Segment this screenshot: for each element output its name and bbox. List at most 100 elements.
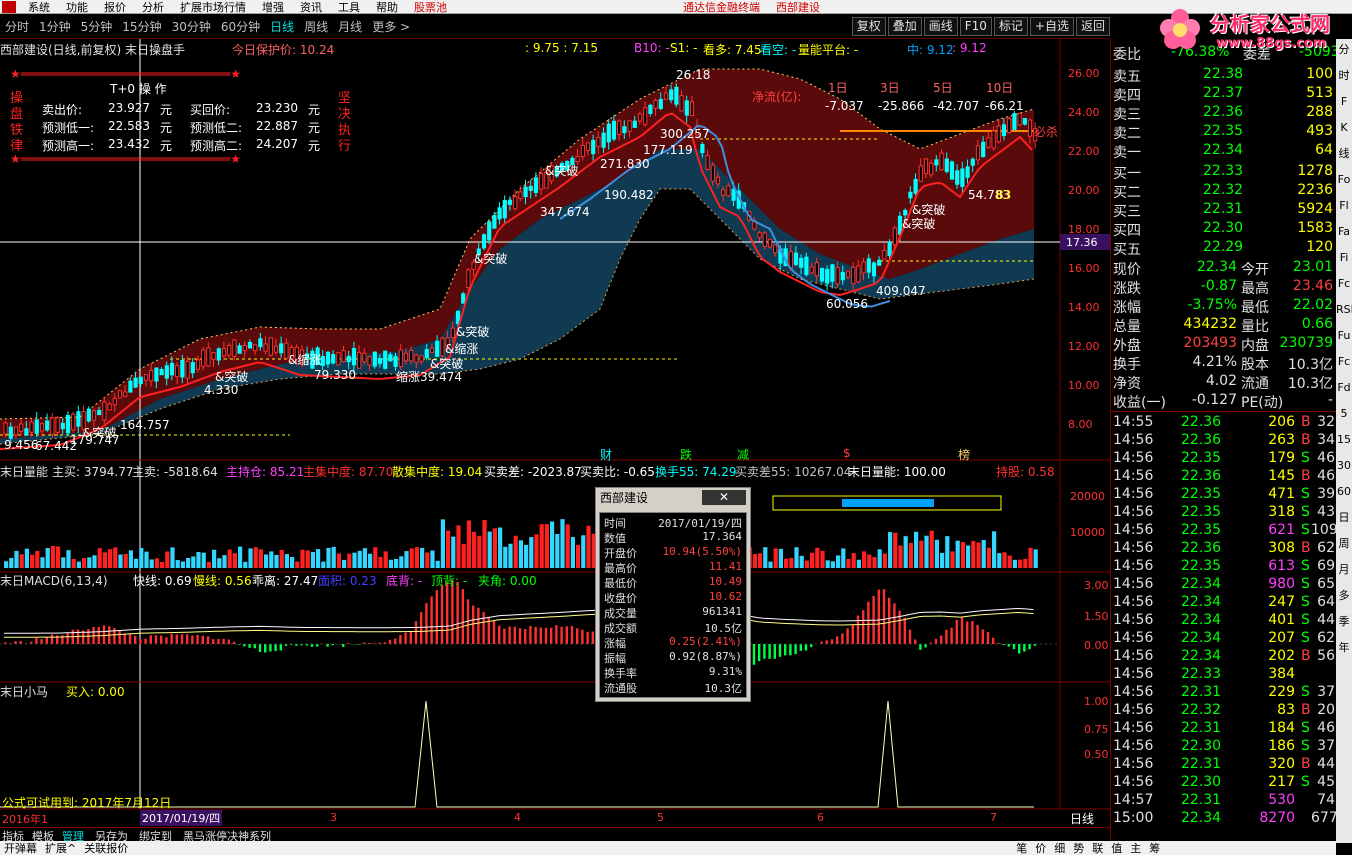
volume-bar	[581, 535, 586, 568]
side-tab[interactable]: Fu	[1336, 329, 1352, 342]
side-tab[interactable]: F	[1336, 95, 1352, 108]
side-tab[interactable]: 月	[1336, 563, 1352, 576]
tick-count: 46	[1317, 720, 1335, 736]
side-tab[interactable]: Fl	[1336, 199, 1352, 212]
volume-bar	[856, 559, 861, 568]
tick-price: 22.30	[1181, 774, 1222, 790]
volume-bar	[778, 548, 783, 568]
period-weekly[interactable]: 周线	[299, 18, 333, 35]
tab-xi[interactable]: 细	[1050, 840, 1069, 855]
macd-bar	[893, 603, 896, 644]
side-tab[interactable]: 季	[1336, 615, 1352, 628]
price-tick-label: 20.00	[1068, 184, 1100, 197]
side-tab[interactable]: Fc	[1336, 355, 1352, 368]
candle	[117, 390, 123, 399]
draw-line-button[interactable]: 画线	[923, 17, 958, 36]
period-1min[interactable]: 1分钟	[34, 18, 76, 35]
menu-help[interactable]: 帮助	[368, 0, 406, 14]
side-tab[interactable]: 5	[1336, 407, 1352, 420]
side-tab[interactable]: Fc	[1336, 277, 1352, 290]
data-window-popup[interactable]: 西部建设 ✕ 时间 2017/01/19/四 数值 17.364 开盘价 10.94(5.…	[595, 487, 751, 702]
mark-button[interactable]: 标记	[993, 17, 1028, 36]
add-favorite-button[interactable]: +自选	[1029, 17, 1074, 36]
side-tab[interactable]: RSI	[1336, 303, 1352, 316]
side-tab[interactable]: K	[1336, 121, 1352, 134]
stat-value: 4.02	[1205, 373, 1237, 389]
tick-time: 14:56	[1113, 630, 1154, 646]
side-tab[interactable]: 时	[1336, 69, 1352, 82]
vol-turnover: 换手55: 74.29	[655, 465, 737, 479]
side-tab[interactable]: Fi	[1336, 251, 1352, 264]
menu-analysis[interactable]: 分析	[134, 0, 172, 14]
period-monthly[interactable]: 月线	[333, 18, 367, 35]
side-tab[interactable]: 周	[1336, 537, 1352, 550]
tab-lian[interactable]: 联	[1088, 840, 1107, 855]
candle	[19, 423, 24, 432]
side-tab[interactable]: Fa	[1336, 225, 1352, 238]
overlay-button[interactable]: 叠加	[887, 17, 922, 36]
macd-bar	[264, 644, 267, 653]
menu-info[interactable]: 资讯	[292, 0, 330, 14]
side-tab[interactable]: 15	[1336, 433, 1352, 446]
volume-bar	[435, 560, 440, 568]
side-tab[interactable]: 年	[1336, 641, 1352, 654]
period-60min[interactable]: 60分钟	[216, 18, 265, 35]
side-tab[interactable]: Fo	[1336, 173, 1352, 186]
popup-row: 成交额 10.5亿	[600, 620, 746, 636]
tab-shi[interactable]: 势	[1069, 840, 1088, 855]
menu-tools[interactable]: 工具	[330, 0, 368, 14]
tab-bi[interactable]: 笔	[1012, 840, 1031, 855]
adjust-button[interactable]: 复权	[851, 17, 886, 36]
macd-bar	[981, 629, 984, 644]
side-tab[interactable]: 日	[1336, 511, 1352, 524]
menu-system[interactable]: 系统	[20, 0, 58, 14]
popup-close-button[interactable]: ✕	[702, 490, 746, 505]
vol-energy: 末日量能: 100.00	[848, 465, 946, 479]
volume-bar	[508, 543, 513, 568]
period-15min[interactable]: 15分钟	[117, 18, 166, 35]
candle	[372, 351, 377, 367]
tick-count: 62	[1317, 540, 1335, 556]
tab-zhu[interactable]: 主	[1126, 840, 1145, 855]
popup-title-bar[interactable]: 西部建设 ✕	[596, 488, 750, 508]
tick-volume: 613	[1268, 558, 1295, 574]
btn-danmaku[interactable]: 开弹幕	[0, 840, 41, 855]
t0-cell: 预测高一:	[42, 139, 95, 153]
period-daily[interactable]: 日线	[265, 18, 299, 35]
volume-bar	[24, 548, 29, 568]
candle	[138, 376, 143, 385]
side-tab[interactable]: 线	[1336, 147, 1352, 160]
f10-button[interactable]: F10	[959, 17, 992, 36]
tab-zhi[interactable]: 值	[1107, 840, 1126, 855]
ask-label: 卖四	[1113, 88, 1141, 104]
tick-side: S	[1301, 630, 1310, 646]
side-tab[interactable]: 多	[1336, 589, 1352, 602]
period-30min[interactable]: 30分钟	[167, 18, 216, 35]
app-icon[interactable]	[2, 0, 16, 13]
menu-extended-market[interactable]: 扩展市场行情	[172, 0, 254, 14]
candle	[232, 339, 237, 358]
volume-bar	[118, 554, 123, 568]
side-tab[interactable]: 60	[1336, 485, 1352, 498]
tab-chou[interactable]: 筹	[1145, 840, 1164, 855]
btn-expand[interactable]: 扩展^	[41, 840, 80, 855]
side-tab[interactable]: Fd	[1336, 381, 1352, 394]
btn-linked-quote[interactable]: 关联报价	[80, 840, 132, 855]
period-intraday[interactable]: 分时	[0, 18, 34, 35]
stat-value: -0.87	[1200, 278, 1237, 294]
tab-jia[interactable]: 价	[1031, 840, 1050, 855]
menu-stock-pool[interactable]: 股票池	[406, 0, 455, 14]
back-button[interactable]: 返回	[1075, 17, 1110, 36]
t0-border-bottom: ★═════════════════════════════★	[10, 152, 242, 166]
period-5min[interactable]: 5分钟	[76, 18, 118, 35]
candle	[908, 191, 913, 199]
menu-enhance[interactable]: 增强	[254, 0, 292, 14]
candle	[700, 143, 705, 153]
macd-bar	[222, 638, 225, 644]
menu-quote[interactable]: 报价	[96, 0, 134, 14]
side-tab[interactable]: 30	[1336, 459, 1352, 472]
menu-function[interactable]: 功能	[58, 0, 96, 14]
period-more[interactable]: 更多 >	[367, 18, 415, 35]
chart-area[interactable]: 26.00 24.00 22.00 20.00 18.00 16.00 14.00 12.00…	[0, 39, 1110, 827]
bid-volume: 5924	[1297, 201, 1333, 217]
